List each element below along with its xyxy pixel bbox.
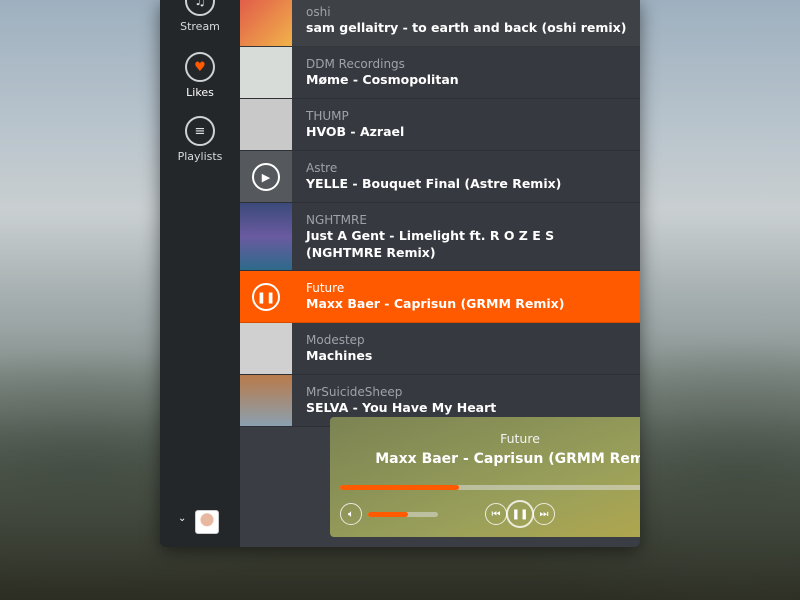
track-artist: Astre xyxy=(306,161,338,175)
track-artist: Future xyxy=(306,281,345,295)
album-art xyxy=(240,375,292,426)
track-title: YELLE - Bouquet Final (Astre Remix) xyxy=(306,176,562,191)
track-row[interactable]: Modestep Machines xyxy=(240,323,640,375)
album-art: ❚❚ xyxy=(240,271,292,322)
track-row[interactable]: DDM Recordings Møme - Cosmopolitan xyxy=(240,47,640,99)
progress-fill xyxy=(340,485,459,490)
track-artist: MrSuicideSheep xyxy=(306,385,403,399)
next-icon[interactable]: ⏭︎ xyxy=(533,503,555,525)
track-row[interactable]: ▶ Astre YELLE - Bouquet Final (Astre Remix… xyxy=(240,151,640,203)
player-artist: Future xyxy=(500,431,540,446)
track-title: SELVA - You Have My Heart xyxy=(306,400,497,415)
track-row-playing[interactable]: ❚❚ Future Maxx Baer - Caprisun (GRMM Remix… xyxy=(240,271,640,323)
track-list: oshi sam gellaitry - to earth and back (o… xyxy=(240,0,640,547)
track-artist: NGHTMRE xyxy=(306,213,367,227)
volume-icon[interactable]: 🔈︎ xyxy=(340,503,362,525)
volume-slider[interactable] xyxy=(368,512,438,517)
album-art: ▶ xyxy=(240,151,292,202)
list-icon: ≡ xyxy=(185,116,215,146)
heart-icon: ♥ xyxy=(185,52,215,82)
avatar[interactable] xyxy=(195,510,219,534)
sidebar-item-likes[interactable]: ♥ Likes xyxy=(160,52,240,99)
sidebar-item-playlists[interactable]: ≡ Playlists xyxy=(160,116,240,163)
progress-bar[interactable] xyxy=(340,485,640,490)
album-art xyxy=(240,0,292,46)
track-title: Machines xyxy=(306,348,373,363)
track-row[interactable]: THUMP HVOB - Azrael xyxy=(240,99,640,151)
track-title: HVOB - Azrael xyxy=(306,124,405,139)
player-title: Maxx Baer - Caprisun (GRMM Remix) xyxy=(375,451,640,467)
sidebar: ♫ Stream ♥ Likes ≡ Playlists ⌄ xyxy=(160,0,240,547)
sidebar-item-label: Stream xyxy=(180,20,220,33)
music-note-icon: ♫ xyxy=(185,0,215,16)
sidebar-item-stream[interactable]: ♫ Stream xyxy=(160,0,240,33)
play-icon[interactable]: ▶ xyxy=(252,163,280,191)
track-artist: Modestep xyxy=(306,333,365,347)
music-app-window: ♫ Stream ♥ Likes ≡ Playlists ⌄ oshi sam g… xyxy=(160,0,640,547)
track-title: Maxx Baer - Caprisun (GRMM Remix) xyxy=(306,296,565,311)
album-art xyxy=(240,203,292,270)
track-title: Just A Gent - Limelight ft. R O Z E S (N… xyxy=(306,228,555,260)
previous-icon[interactable]: ⏮︎ xyxy=(485,503,507,525)
track-row[interactable]: NGHTMRE Just A Gent - Limelight ft. R O Z… xyxy=(240,203,640,271)
now-playing-player: Future Maxx Baer - Caprisun (GRMM Remix)… xyxy=(330,417,640,537)
track-title: Møme - Cosmopolitan xyxy=(306,72,459,87)
track-artist: DDM Recordings xyxy=(306,57,405,71)
track-artist: oshi xyxy=(306,5,331,19)
track-row[interactable]: oshi sam gellaitry - to earth and back (o… xyxy=(240,0,640,47)
pause-button[interactable]: ❚❚ xyxy=(506,500,534,528)
pause-icon[interactable]: ❚❚ xyxy=(252,283,280,311)
album-art xyxy=(240,99,292,150)
album-art xyxy=(240,323,292,374)
track-title: sam gellaitry - to earth and back (oshi … xyxy=(306,20,627,35)
chevron-down-icon[interactable]: ⌄ xyxy=(178,513,186,524)
volume-fill xyxy=(368,512,408,517)
sidebar-item-label: Likes xyxy=(186,86,214,99)
sidebar-item-label: Playlists xyxy=(177,150,223,163)
track-artist: THUMP xyxy=(306,109,349,123)
album-art xyxy=(240,47,292,98)
